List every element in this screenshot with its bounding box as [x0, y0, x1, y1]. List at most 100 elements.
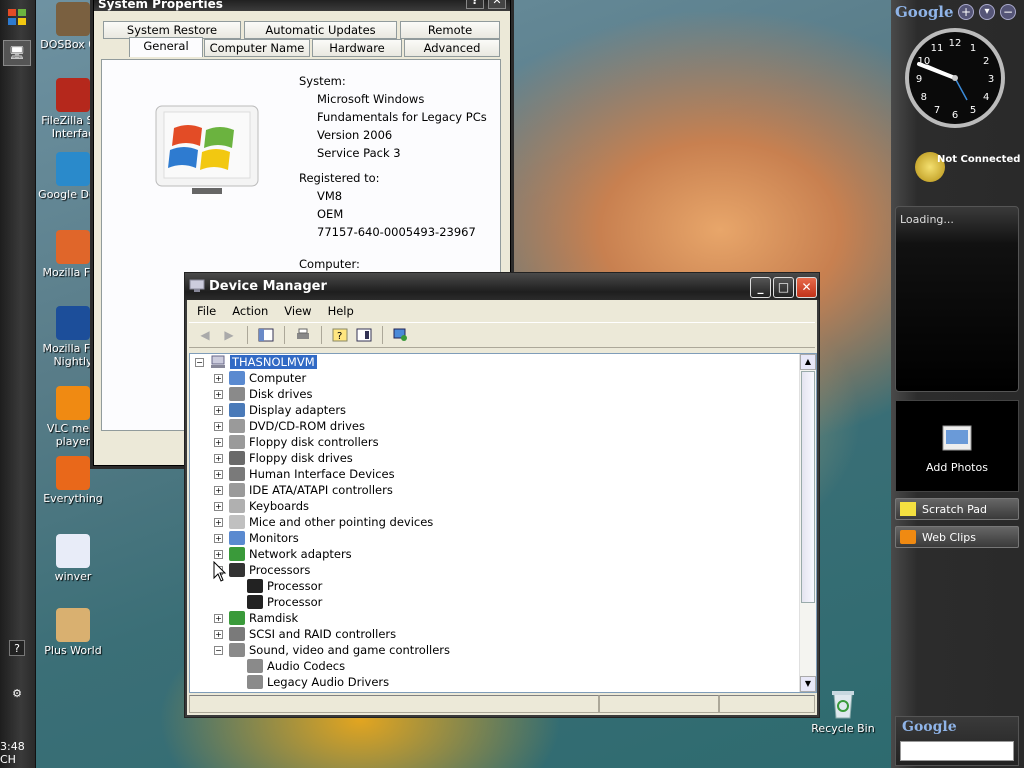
tree-device-item[interactable]: Audio Codecs	[247, 658, 345, 674]
desktop-icon-plus[interactable]: Plus World	[35, 608, 111, 657]
expand-icon[interactable]: +	[214, 373, 223, 383]
tree-category[interactable]: + IDE ATA/ATAPI controllers	[214, 482, 393, 498]
scroll-up-icon[interactable]: ▲	[800, 354, 816, 370]
scratch-pad-gadget[interactable]: Scratch Pad	[895, 498, 1019, 520]
tree-category[interactable]: + Mice and other pointing devices	[214, 514, 433, 530]
tree-node-label: Keyboards	[249, 499, 310, 513]
expand-icon[interactable]: +	[214, 421, 223, 431]
computer-icon: 🖥	[8, 45, 26, 61]
tree-category[interactable]: + Monitors	[214, 530, 299, 546]
expand-icon[interactable]: +	[214, 389, 223, 399]
news-gadget[interactable]: Loading...	[895, 206, 1019, 392]
search-input[interactable]	[900, 741, 1014, 761]
help-icon[interactable]: ?	[330, 325, 350, 345]
menu-chevron-icon[interactable]: ▾	[979, 4, 995, 20]
scan-hardware-icon[interactable]	[391, 325, 411, 345]
device-category-icon	[229, 627, 245, 641]
clock-gadget[interactable]: 12 1234567891011	[903, 26, 1007, 130]
tree-node-label: Processors	[249, 563, 311, 577]
collapse-icon[interactable]: −	[214, 645, 223, 655]
scroll-thumb[interactable]	[801, 371, 815, 603]
desktop-icon-winver[interactable]: winver	[35, 534, 111, 583]
tree-category[interactable]: + Human Interface Devices	[214, 466, 395, 482]
expand-icon[interactable]: +	[214, 629, 223, 639]
expand-icon[interactable]: +	[214, 517, 223, 527]
device-tree[interactable]: − THASNOLMVM + Computer + Disk drives + Displ…	[189, 353, 817, 693]
taskbar-system-properties[interactable]: 🖥	[3, 40, 31, 66]
tree-category[interactable]: + Disk drives	[214, 386, 312, 402]
add-gadget-button[interactable]: +	[958, 4, 974, 20]
registered-line-1: VM8	[317, 189, 343, 203]
device-manager-titlebar[interactable]: Device Manager _ □ ✕	[185, 273, 819, 300]
taskbar-clock[interactable]: 3:48 CH	[0, 740, 35, 766]
expand-icon[interactable]: +	[214, 501, 223, 511]
collapse-icon[interactable]: −	[195, 357, 204, 367]
back-icon[interactable]: ◀	[195, 325, 215, 345]
tree-category[interactable]: + Floppy disk drives	[214, 450, 353, 466]
device-category-icon	[247, 595, 263, 609]
minimize-button[interactable]: _	[750, 277, 771, 298]
properties-icon[interactable]	[354, 325, 374, 345]
expand-icon[interactable]: +	[214, 549, 223, 559]
help-button[interactable]: ?	[466, 0, 484, 9]
photos-gadget[interactable]: Add Photos	[895, 400, 1019, 492]
tab-general[interactable]: General	[129, 37, 203, 57]
tree-category[interactable]: + Network adapters	[214, 546, 352, 562]
scroll-down-icon[interactable]: ▼	[800, 676, 816, 692]
console-tree-icon[interactable]	[256, 325, 276, 345]
registered-label: Registered to:	[299, 171, 380, 185]
device-category-icon	[247, 579, 263, 593]
tree-category[interactable]: + SCSI and RAID controllers	[214, 626, 396, 642]
clock-number: 5	[970, 105, 976, 116]
device-category-icon	[229, 499, 245, 513]
menu-view[interactable]: View	[276, 301, 319, 321]
maximize-button[interactable]: □	[773, 277, 794, 298]
menu-action[interactable]: Action	[224, 301, 276, 321]
tree-device-item[interactable]: Processor	[247, 594, 322, 610]
web-clips-gadget[interactable]: Web Clips	[895, 526, 1019, 548]
menu-file[interactable]: File	[189, 301, 224, 321]
expand-icon[interactable]: +	[214, 405, 223, 415]
tab-advanced[interactable]: Advanced	[404, 39, 500, 57]
tree-category[interactable]: + Display adapters	[214, 402, 346, 418]
close-button[interactable]: ✕	[488, 0, 506, 9]
registered-line-2: OEM	[317, 207, 344, 221]
tree-category[interactable]: + Ramdisk	[214, 610, 298, 626]
tree-category[interactable]: + Computer	[214, 370, 306, 386]
expand-icon[interactable]: +	[214, 485, 223, 495]
expand-icon[interactable]: +	[214, 533, 223, 543]
tree-category[interactable]: + Floppy disk controllers	[214, 434, 379, 450]
minimize-sidebar-button[interactable]: −	[1000, 4, 1016, 20]
vertical-scrollbar[interactable]: ▲ ▼	[799, 354, 816, 692]
add-photos-label: Add Photos	[926, 461, 988, 474]
tree-node-label: DVD/CD-ROM drives	[249, 419, 365, 433]
menu-help[interactable]: Help	[320, 301, 362, 321]
tab-computer-name[interactable]: Computer Name	[204, 39, 310, 57]
tree-node-label: SCSI and RAID controllers	[249, 627, 397, 641]
system-line-4: Service Pack 3	[317, 146, 401, 160]
print-icon[interactable]	[293, 325, 313, 345]
tree-category[interactable]: − Sound, video and game controllers	[214, 642, 450, 658]
tree-root[interactable]: − THASNOLMVM	[195, 354, 317, 370]
tree-category[interactable]: + DVD/CD-ROM drives	[214, 418, 365, 434]
tab-hardware[interactable]: Hardware	[312, 39, 402, 57]
expand-icon[interactable]: +	[214, 437, 223, 447]
device-category-icon	[229, 483, 245, 497]
tree-category[interactable]: + Keyboards	[214, 498, 309, 514]
tree-device-item[interactable]: Processor	[247, 578, 322, 594]
expand-icon[interactable]: +	[214, 613, 223, 623]
tray-icons[interactable]: ⚙	[3, 680, 31, 706]
start-button[interactable]	[3, 4, 31, 30]
expand-icon[interactable]: +	[214, 469, 223, 479]
expand-icon[interactable]: +	[214, 453, 223, 463]
system-properties-titlebar[interactable]: System Properties ? ✕	[94, 0, 510, 11]
tab-remote[interactable]: Remote	[400, 21, 500, 39]
help-icon[interactable]: ?	[9, 640, 25, 656]
rss-icon	[900, 530, 916, 544]
tab-automatic-updates[interactable]: Automatic Updates	[244, 21, 397, 39]
window-title: Device Manager	[209, 279, 327, 294]
tree-category[interactable]: −Processors	[214, 562, 310, 578]
forward-icon[interactable]: ▶	[219, 325, 239, 345]
tree-device-item[interactable]: Legacy Audio Drivers	[247, 674, 389, 690]
close-button[interactable]: ✕	[796, 277, 817, 298]
